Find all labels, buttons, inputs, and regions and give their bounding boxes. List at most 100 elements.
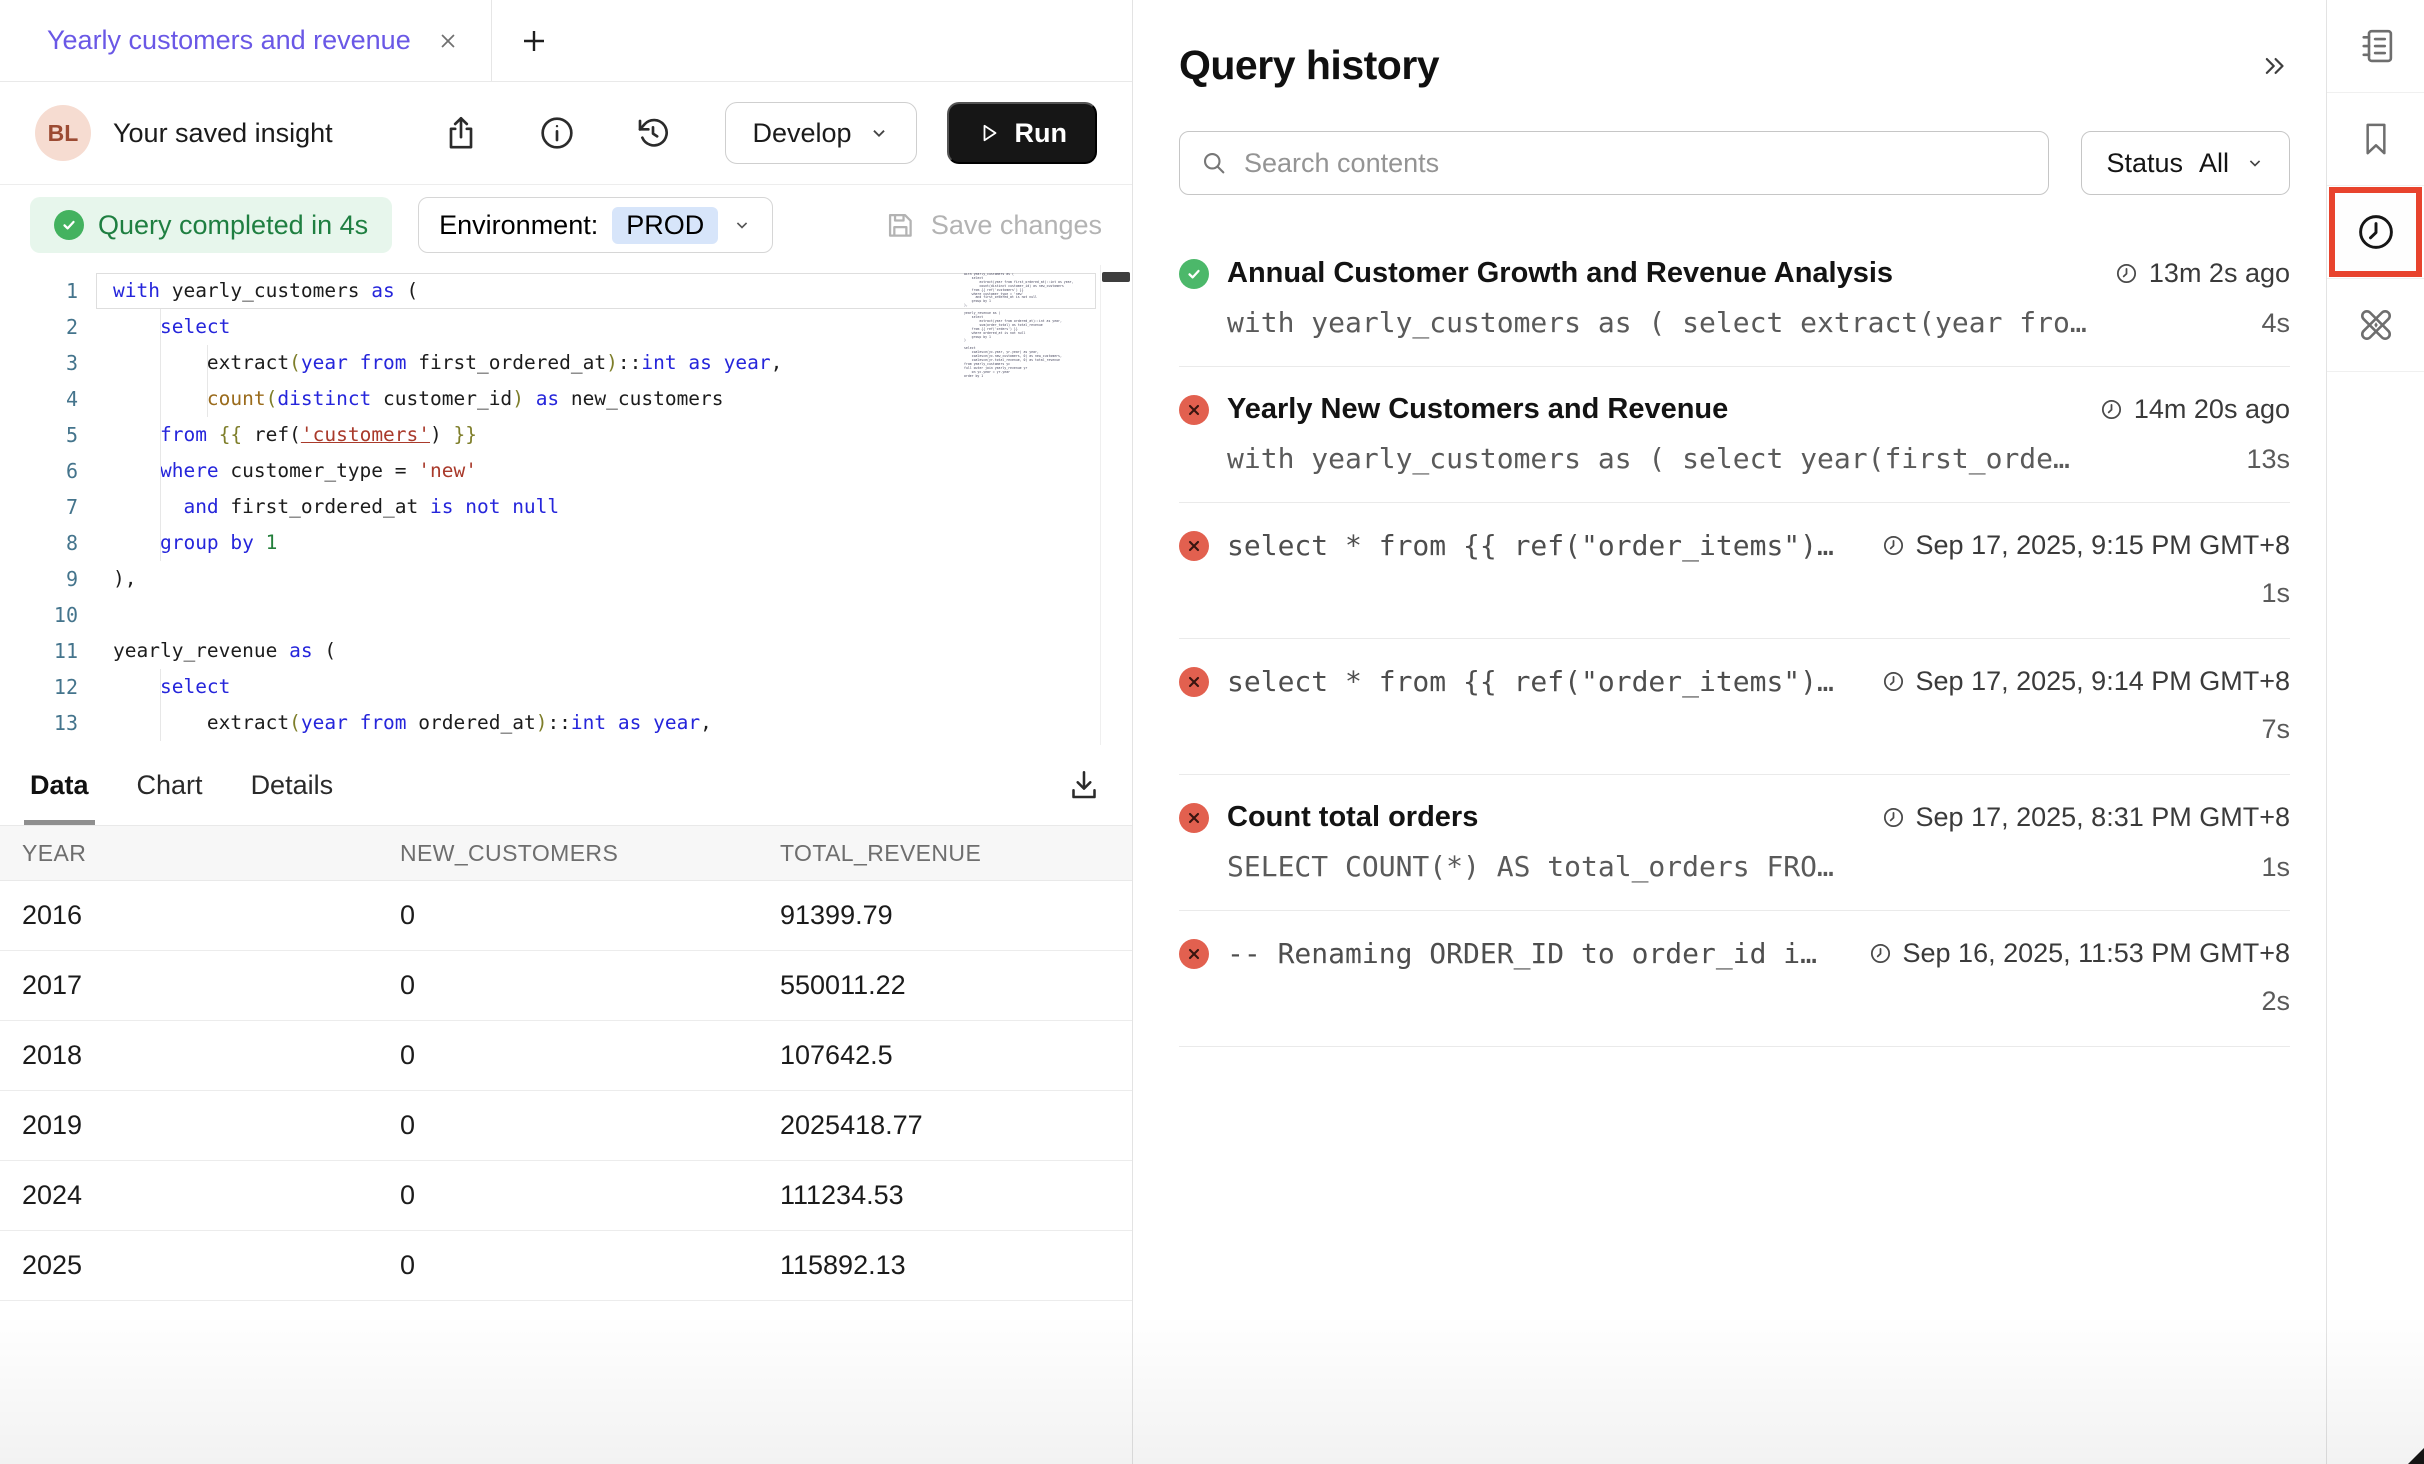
sidebar-item-history[interactable] [2327,186,2424,279]
results-table-header: YEAR NEW_CUSTOMERS TOTAL_REVENUE [0,825,1132,881]
query-timestamp: Sep 16, 2025, 11:53 PM GMT+8 [1868,938,2290,969]
tab-chart[interactable]: Chart [137,745,203,825]
line-number: 13 [0,705,96,741]
error-status-icon [1179,531,1209,561]
status-filter-value: All [2199,148,2229,179]
table-row: 201902025418.77 [0,1091,1132,1161]
column-header-year: YEAR [22,840,400,867]
clock-icon [2114,261,2139,286]
play-icon [977,121,1001,145]
code-line[interactable]: 9), [0,561,1132,597]
tab-close-icon[interactable] [435,28,461,54]
query-history-item[interactable]: select * from {{ ref("order_items")…Sep … [1179,639,2290,775]
sidebar-item-outline[interactable] [2327,0,2424,93]
editor-minimap[interactable]: with yearly_customers as ( select extrac… [964,273,1086,463]
resize-handle[interactable] [2408,1448,2424,1464]
code-line[interactable]: 5 from {{ ref('customers') }} [0,417,1132,453]
code-line[interactable]: 8 group by 1 [0,525,1132,561]
chevron-down-icon [2245,153,2265,173]
code-text: select [96,309,1096,345]
tab-bar: Yearly customers and revenue [0,0,1132,82]
app-window: Yearly customers and revenue BL Your sav… [0,0,2424,1464]
clock-icon [2099,397,2124,422]
editor-scrollbar [1100,265,1132,745]
info-icon[interactable] [537,113,577,153]
notebook-icon [2355,25,2397,67]
code-line[interactable]: 3 extract(year from first_ordered_at)::i… [0,345,1132,381]
download-results-icon[interactable] [1066,745,1102,825]
tab-details-label: Details [251,770,334,801]
table-cell: 2018 [22,1040,400,1071]
share-icon[interactable] [441,113,481,153]
query-history-item[interactable]: select * from {{ ref("order_items")…Sep … [1179,503,2290,639]
code-line[interactable]: 7 and first_ordered_at is not null [0,489,1132,525]
tab-title: Yearly customers and revenue [47,25,411,56]
code-line[interactable]: 12 select [0,669,1132,705]
panel-title: Query history [1179,42,1439,89]
table-cell: 107642.5 [780,1040,1132,1071]
clock-icon [1881,533,1906,558]
table-cell: 2025 [22,1250,400,1281]
code-line[interactable]: 13 extract(year from ordered_at)::int as… [0,705,1132,741]
code-line[interactable]: 10 [0,597,1132,633]
code-text: from {{ ref('customers') }} [96,417,1096,453]
tab-yearly-customers-and-revenue[interactable]: Yearly customers and revenue [0,0,492,81]
success-status-icon [1179,259,1209,289]
query-history-panel: Query history Status All Annual Customer… [1133,0,2326,1464]
environment-value: PROD [612,207,718,244]
line-number: 11 [0,633,96,669]
table-cell: 0 [400,1250,780,1281]
search-icon [1200,149,1228,177]
sidebar-item-bookmarks[interactable] [2327,93,2424,186]
query-history-item[interactable]: Count total ordersSep 17, 2025, 8:31 PM … [1179,775,2290,911]
status-filter-dropdown[interactable]: Status All [2081,131,2290,195]
code-text: select [96,669,1096,705]
query-duration: 2s [2261,986,2290,1017]
tab-chart-label: Chart [137,770,203,801]
status-bar: Query completed in 4s Environment: PROD … [0,185,1132,265]
code-text: ), [96,561,1096,597]
query-preview: with yearly_customers as ( select extrac… [1227,306,2241,339]
run-button[interactable]: Run [947,102,1097,164]
table-cell: 115892.13 [780,1250,1132,1281]
column-header-new-customers: NEW_CUSTOMERS [400,840,780,867]
collapse-panel-icon[interactable] [2260,51,2290,81]
query-timestamp: 13m 2s ago [2114,258,2290,289]
code-line[interactable]: 6 where customer_type = 'new' [0,453,1132,489]
line-number: 2 [0,309,96,345]
line-number: 9 [0,561,96,597]
search-input[interactable] [1244,148,2028,179]
tab-data[interactable]: Data [30,745,89,825]
chevron-down-icon [732,215,752,235]
save-changes-label: Save changes [931,210,1102,241]
code-line[interactable]: 11yearly_revenue as ( [0,633,1132,669]
version-history-icon[interactable] [633,113,673,153]
column-header-total-revenue: TOTAL_REVENUE [780,840,1132,867]
save-changes-button[interactable]: Save changes [883,208,1102,242]
query-history-header: Query history [1179,42,2290,89]
check-circle-icon [54,210,84,240]
code-line[interactable]: 4 count(distinct customer_id) as new_cus… [0,381,1132,417]
scrollbar-thumb[interactable] [1102,272,1130,282]
query-history-item[interactable]: Yearly New Customers and Revenue14m 20s … [1179,367,2290,503]
query-history-item[interactable]: -- Renaming ORDER_ID to order_id i…Sep 1… [1179,911,2290,1047]
environment-selector[interactable]: Environment: PROD [418,197,773,253]
table-cell: 550011.22 [780,970,1132,1001]
query-title: select * from {{ ref("order_items")… [1227,665,1863,698]
table-cell: 91399.79 [780,900,1132,931]
table-cell: 111234.53 [780,1180,1132,1211]
table-cell: 2025418.77 [780,1110,1132,1141]
develop-button[interactable]: Develop [725,102,916,164]
sidebar-item-explore[interactable] [2327,279,2424,372]
query-title: Yearly New Customers and Revenue [1227,393,2081,426]
query-status-badge: Query completed in 4s [30,197,392,253]
tab-details[interactable]: Details [251,745,334,825]
sql-editor[interactable]: 1with yearly_customers as (2 select3 ext… [0,265,1132,745]
line-number: 10 [0,597,96,633]
query-duration: 13s [2246,444,2290,475]
line-number: 1 [0,273,96,309]
new-tab-button[interactable] [492,0,576,81]
code-line[interactable]: 2 select [0,309,1132,345]
code-line[interactable]: 1with yearly_customers as ( [0,273,1132,309]
query-history-item[interactable]: Annual Customer Growth and Revenue Analy… [1179,231,2290,367]
